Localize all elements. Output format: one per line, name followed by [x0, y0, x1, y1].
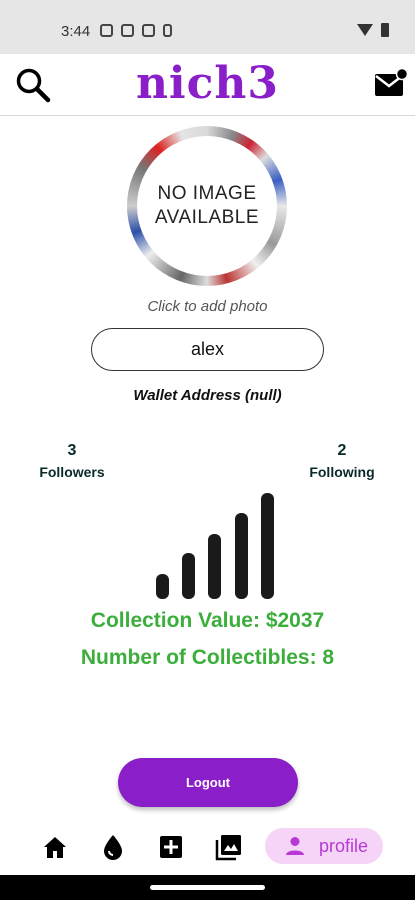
signal-bars-icon — [154, 491, 276, 599]
logout-button[interactable]: Logout — [118, 758, 298, 807]
no-image-placeholder: NO IMAGE AVAILABLE — [137, 136, 277, 276]
wifi-icon — [357, 24, 373, 36]
signal-bar — [261, 493, 274, 599]
profile-photo[interactable]: NO IMAGE AVAILABLE — [127, 126, 287, 286]
following-stat[interactable]: 2 Following — [297, 442, 387, 480]
status-bar: 3:44 — [0, 0, 415, 54]
person-icon — [286, 837, 304, 855]
signal-bar — [235, 513, 248, 599]
youtube-icon — [142, 24, 155, 37]
drop-icon[interactable] — [98, 832, 128, 862]
app-header: nich3 — [0, 54, 415, 116]
followers-stat[interactable]: 3 Followers — [27, 442, 117, 480]
instagram-icon — [121, 24, 134, 37]
brand-logo: nich3 — [135, 58, 280, 109]
gmail-icon — [100, 24, 113, 37]
nav-profile-label: profile — [319, 835, 369, 856]
sim-icon — [163, 24, 172, 37]
status-time: 3:44 — [61, 23, 91, 40]
wallet-address: Wallet Address (null) — [133, 387, 282, 404]
following-count: 2 — [337, 442, 347, 459]
add-box-icon[interactable] — [156, 832, 186, 862]
bottom-nav: profile — [0, 820, 415, 875]
signal-bar — [208, 534, 221, 599]
gesture-bar — [0, 875, 415, 900]
notification-icons — [100, 24, 172, 37]
home-icon[interactable] — [40, 832, 70, 862]
followers-count: 3 — [67, 442, 77, 459]
following-label: Following — [309, 464, 375, 480]
signal-bar — [182, 553, 195, 599]
signal-bar — [156, 574, 169, 599]
followers-label: Followers — [39, 464, 105, 480]
home-gesture-handle[interactable] — [150, 885, 265, 890]
gallery-icon[interactable] — [214, 832, 244, 862]
mail-notification-icon[interactable] — [374, 68, 408, 98]
battery-icon — [381, 23, 389, 37]
username-field[interactable] — [91, 328, 324, 371]
collection-value: Collection Value: $2037 — [90, 609, 325, 632]
collectibles-count: Number of Collectibles: 8 — [80, 646, 335, 669]
nav-profile-tab[interactable]: profile — [265, 828, 383, 864]
add-photo-hint: Click to add photo — [147, 298, 268, 315]
system-icons — [357, 23, 389, 37]
